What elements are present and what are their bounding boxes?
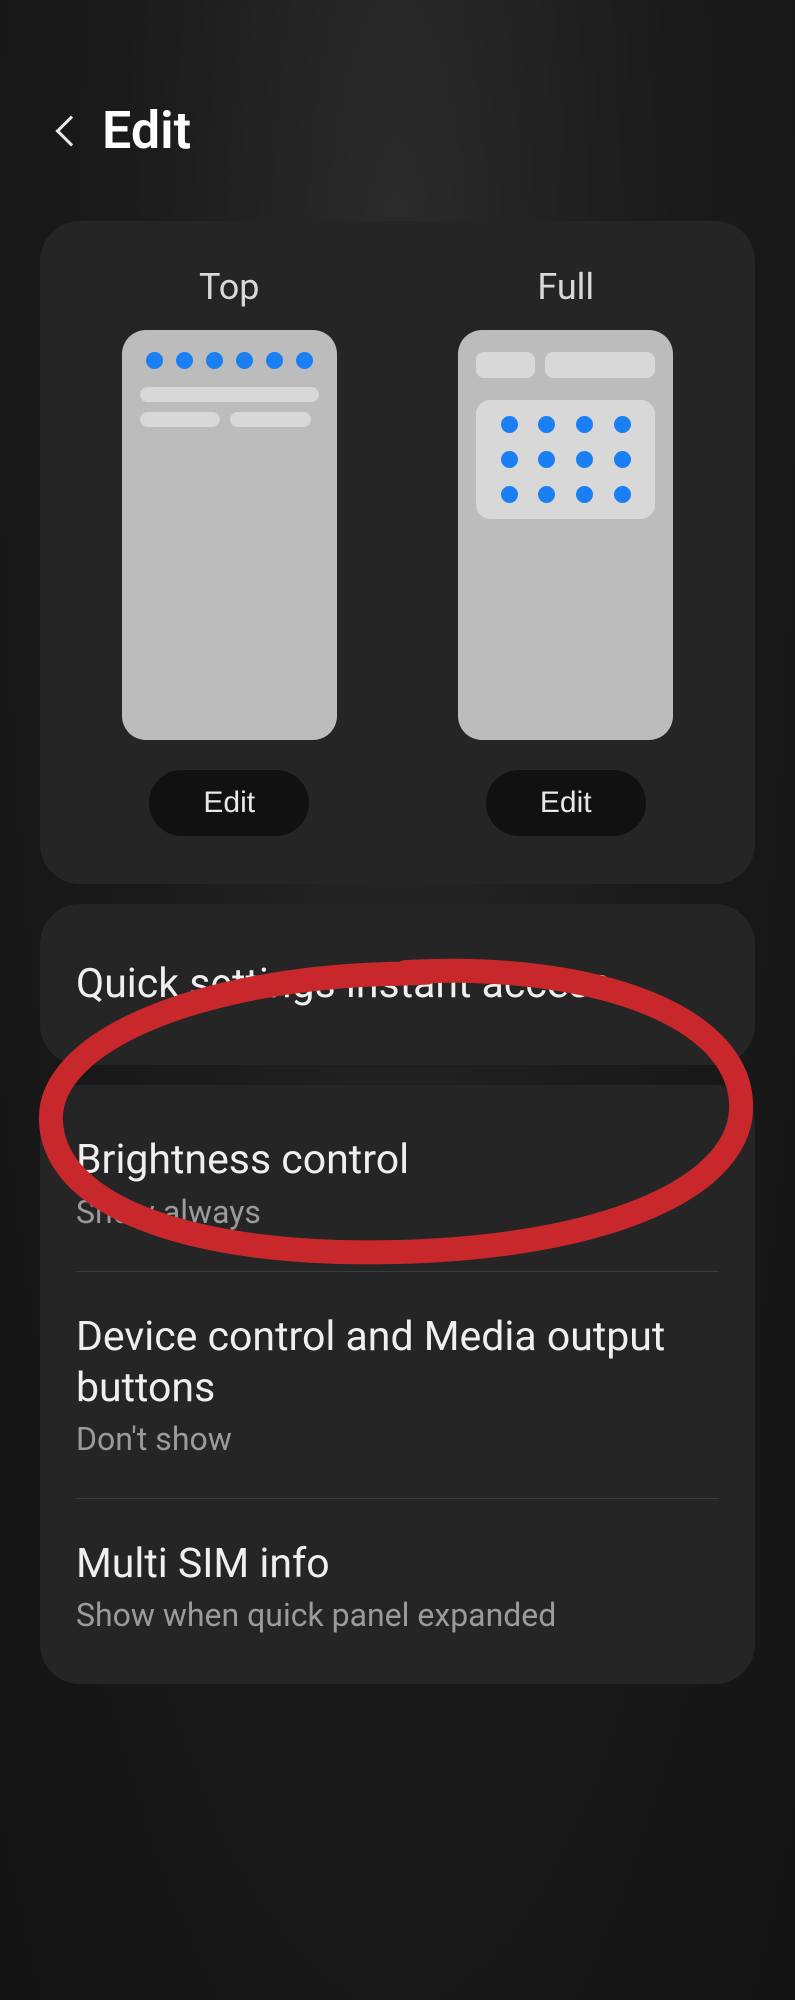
divider [76,1498,719,1499]
setting-sub: Show when quick panel expanded [76,1596,719,1634]
edit-top-button[interactable]: Edit [149,770,309,836]
setting-title: Device control and Media output buttons [76,1312,719,1415]
setting-device-control-media-output[interactable]: Device control and Media output buttons … [76,1312,719,1459]
setting-title: Brightness control [76,1135,719,1186]
preview-thumbnail-top[interactable] [122,330,337,740]
setting-multi-sim-info[interactable]: Multi SIM info Show when quick panel exp… [76,1539,719,1634]
preview-thumbnail-full[interactable] [458,330,673,740]
setting-title: Multi SIM info [76,1539,719,1590]
back-icon[interactable] [55,115,86,146]
setting-title: Quick settings instant access [76,959,719,1010]
page-title: Edit [102,100,191,161]
edit-full-button[interactable]: Edit [486,770,646,836]
setting-quick-settings-instant-access[interactable]: Quick settings instant access [40,904,755,1065]
setting-brightness-control[interactable]: Brightness control Show always [76,1135,719,1230]
header-bar: Edit [0,0,795,201]
panel-layout-preview-card: Top Edit Full [40,221,755,884]
divider [76,1271,719,1272]
preview-column-full: Full Edit [413,266,720,836]
preview-row: Top Edit Full [76,266,719,836]
settings-group-card: Brightness control Show always Device co… [40,1085,755,1684]
setting-sub: Don't show [76,1420,719,1458]
dots-row-icon [140,352,319,369]
preview-label-top: Top [199,266,260,308]
preview-column-top: Top Edit [76,266,383,836]
setting-sub: Show always [76,1193,719,1231]
header-blocks-icon [476,352,655,378]
preview-label-full: Full [537,266,594,308]
grid-panel-icon [476,400,655,519]
